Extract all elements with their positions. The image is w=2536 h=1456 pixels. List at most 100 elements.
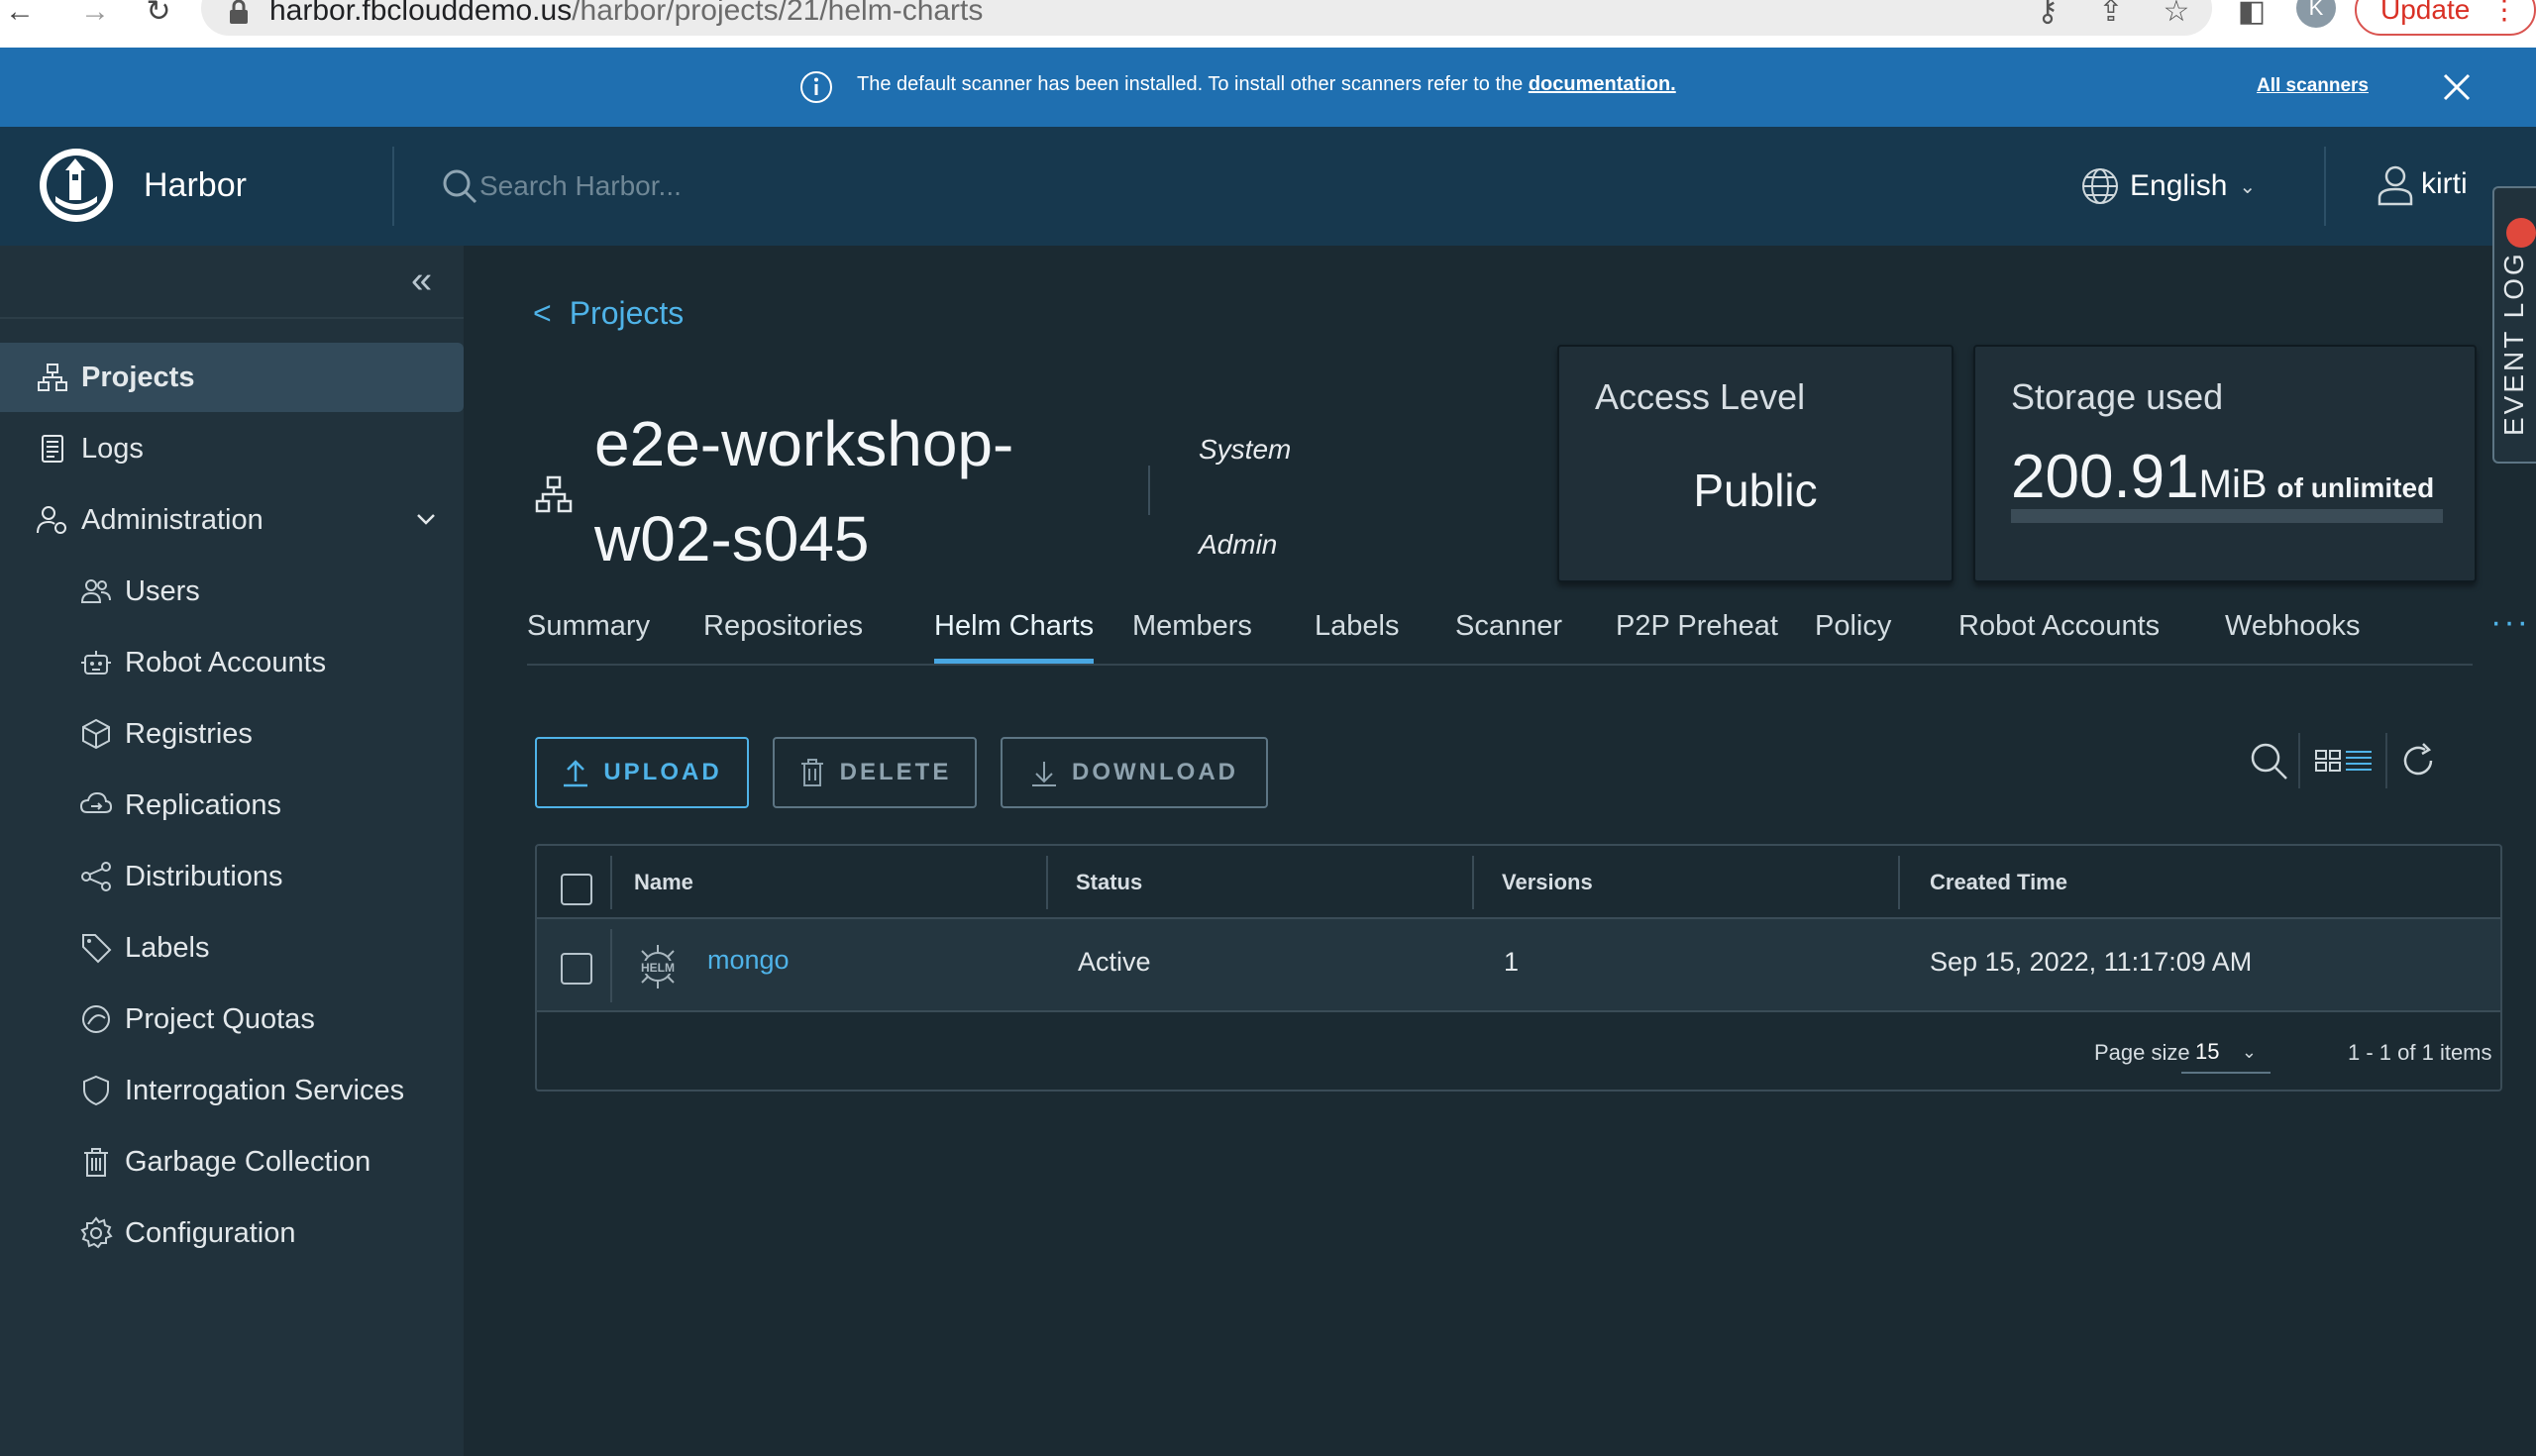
search-icon[interactable]	[2247, 739, 2290, 782]
search-icon[interactable]	[440, 166, 479, 206]
chevron-down-icon[interactable]	[412, 505, 440, 533]
kebab-menu-icon[interactable]: ⋮	[2490, 0, 2518, 34]
bookmark-star-icon[interactable]: ☆	[2160, 0, 2193, 28]
column-divider	[1898, 856, 1900, 909]
refresh-icon[interactable]	[2399, 739, 2439, 782]
column-header-versions[interactable]: Versions	[1502, 870, 1593, 895]
administration-icon	[37, 506, 66, 534]
user-name: kirti	[2421, 167, 2468, 200]
all-scanners-link[interactable]: All scanners	[2257, 75, 2369, 97]
column-header-name[interactable]: Name	[634, 870, 693, 895]
role-label: Admin	[1199, 529, 1278, 560]
column-header-created-time[interactable]: Created Time	[1930, 870, 2067, 895]
gear-icon	[80, 1216, 113, 1249]
share-icon[interactable]: ⇪	[2094, 0, 2128, 28]
table-header: Name Status Versions Created Time	[537, 846, 2500, 919]
sidebar-item-label: Replications	[125, 788, 281, 821]
collapse-sidebar-icon[interactable]: «	[411, 261, 432, 299]
projects-icon	[38, 364, 67, 391]
page-size-select[interactable]: 15 ⌄	[2181, 1030, 2271, 1074]
column-header-status[interactable]: Status	[1076, 870, 1142, 895]
reload-icon[interactable]: ↻	[139, 0, 178, 30]
trash-icon	[84, 1148, 108, 1177]
info-icon	[800, 71, 832, 103]
update-button[interactable]: Update ⋮	[2355, 0, 2536, 36]
back-arrow-icon[interactable]: ←	[0, 0, 40, 30]
key-icon[interactable]: ⚷	[2031, 0, 2064, 28]
sidebar-item-interrogation-services[interactable]: Interrogation Services	[0, 1056, 464, 1125]
url-text[interactable]: harbor.fbclouddemo.us/harbor/projects/21…	[269, 0, 983, 28]
sidebar-item-project-quotas[interactable]: Project Quotas	[0, 985, 464, 1054]
tab-members[interactable]: Members	[1132, 602, 1252, 664]
users-icon	[80, 579, 111, 603]
sidebar-item-label: Projects	[81, 361, 195, 393]
brand-name[interactable]: Harbor	[144, 166, 247, 205]
trash-icon	[800, 759, 823, 786]
upload-button[interactable]: UPLOAD	[535, 737, 749, 808]
event-log-label[interactable]: EVENT LOG	[2498, 251, 2530, 436]
tab-robot-accounts[interactable]: Robot Accounts	[1958, 602, 2160, 664]
more-tabs-icon[interactable]: ···	[2490, 602, 2530, 642]
profile-avatar[interactable]: K	[2296, 0, 2336, 28]
role-label: System	[1199, 434, 1292, 465]
row-checkbox[interactable]	[561, 953, 592, 985]
tab-webhooks[interactable]: Webhooks	[2225, 602, 2361, 664]
sidebar: « Projects Logs Administration Users Rob…	[0, 246, 464, 1456]
globe-icon	[2082, 168, 2118, 204]
delete-button[interactable]: DELETE	[773, 737, 977, 808]
quotas-icon	[82, 1005, 110, 1033]
tab-helm-charts[interactable]: Helm Charts	[934, 602, 1095, 664]
tab-p2p-preheat[interactable]: P2P Preheat	[1616, 602, 1778, 664]
search-input[interactable]	[479, 162, 975, 210]
sidebar-item-logs[interactable]: Logs	[0, 414, 464, 483]
storage-card: Storage used 200.91MiB of unlimited	[1973, 345, 2477, 582]
header-divider	[392, 147, 394, 226]
tab-labels[interactable]: Labels	[1315, 602, 1399, 664]
card-list-view-icon[interactable]	[2312, 739, 2376, 782]
sidebar-item-labels[interactable]: Labels	[0, 913, 464, 983]
access-level-card: Access Level Public	[1557, 345, 1954, 582]
sidebar-divider	[0, 317, 464, 319]
sidebar-item-garbage-collection[interactable]: Garbage Collection	[0, 1127, 464, 1196]
documentation-link[interactable]: documentation.	[1529, 73, 1676, 95]
sidebar-item-label: Users	[125, 574, 200, 607]
select-all-checkbox[interactable]	[561, 874, 592, 905]
close-icon[interactable]	[2439, 69, 2475, 105]
labels-icon	[82, 934, 112, 964]
chevron-down-icon: ⌄	[2239, 175, 2257, 198]
tab-scanner[interactable]: Scanner	[1455, 602, 1562, 664]
sidebar-item-replications[interactable]: Replications	[0, 771, 464, 840]
sidebar-item-projects[interactable]: Projects	[0, 343, 464, 412]
sidebar-item-configuration[interactable]: Configuration	[0, 1198, 464, 1268]
card-title: Storage used	[2011, 376, 2224, 417]
sidebar-item-label: Robot Accounts	[125, 646, 327, 678]
language-dropdown[interactable]: English ⌄	[2080, 164, 2256, 208]
project-tabs: Summary Repositories Helm Charts Members…	[527, 602, 2528, 666]
main-content: < Projects e2e-workshop-w02-s045 System A…	[464, 246, 2536, 1456]
sidebar-item-registries[interactable]: Registries	[0, 699, 464, 769]
lock-icon	[230, 0, 248, 24]
tab-repositories[interactable]: Repositories	[703, 602, 863, 664]
shield-icon	[83, 1075, 109, 1106]
sidebar-item-robot-accounts[interactable]: Robot Accounts	[0, 628, 464, 697]
harbor-logo-icon[interactable]	[36, 145, 117, 226]
sidebar-item-administration[interactable]: Administration	[0, 485, 464, 555]
table-row[interactable]: HELM mongo Active 1 Sep 15, 2022, 11:17:…	[537, 919, 2500, 1012]
tab-summary[interactable]: Summary	[527, 602, 650, 664]
replications-icon	[79, 791, 113, 813]
sidebar-item-label: Registries	[125, 717, 253, 750]
row-divider	[610, 929, 612, 1002]
chart-name-link[interactable]: mongo	[707, 945, 790, 976]
breadcrumb[interactable]: < Projects	[533, 295, 684, 332]
sidebar-item-label: Project Quotas	[125, 1002, 315, 1035]
sidepanel-icon[interactable]: ◧	[2235, 0, 2269, 28]
user-menu[interactable]: kirti	[2376, 162, 2468, 206]
sidebar-item-users[interactable]: Users	[0, 557, 464, 626]
browser-toolbar: ← → ↻ harbor.fbclouddemo.us/harbor/proje…	[0, 0, 2536, 48]
sidebar-item-label: Garbage Collection	[125, 1145, 371, 1178]
sidebar-item-distributions[interactable]: Distributions	[0, 842, 464, 911]
breadcrumb-projects-link[interactable]: Projects	[570, 295, 685, 331]
forward-arrow-icon[interactable]: →	[75, 0, 115, 30]
tab-policy[interactable]: Policy	[1815, 602, 1891, 664]
download-button[interactable]: DOWNLOAD	[1001, 737, 1268, 808]
